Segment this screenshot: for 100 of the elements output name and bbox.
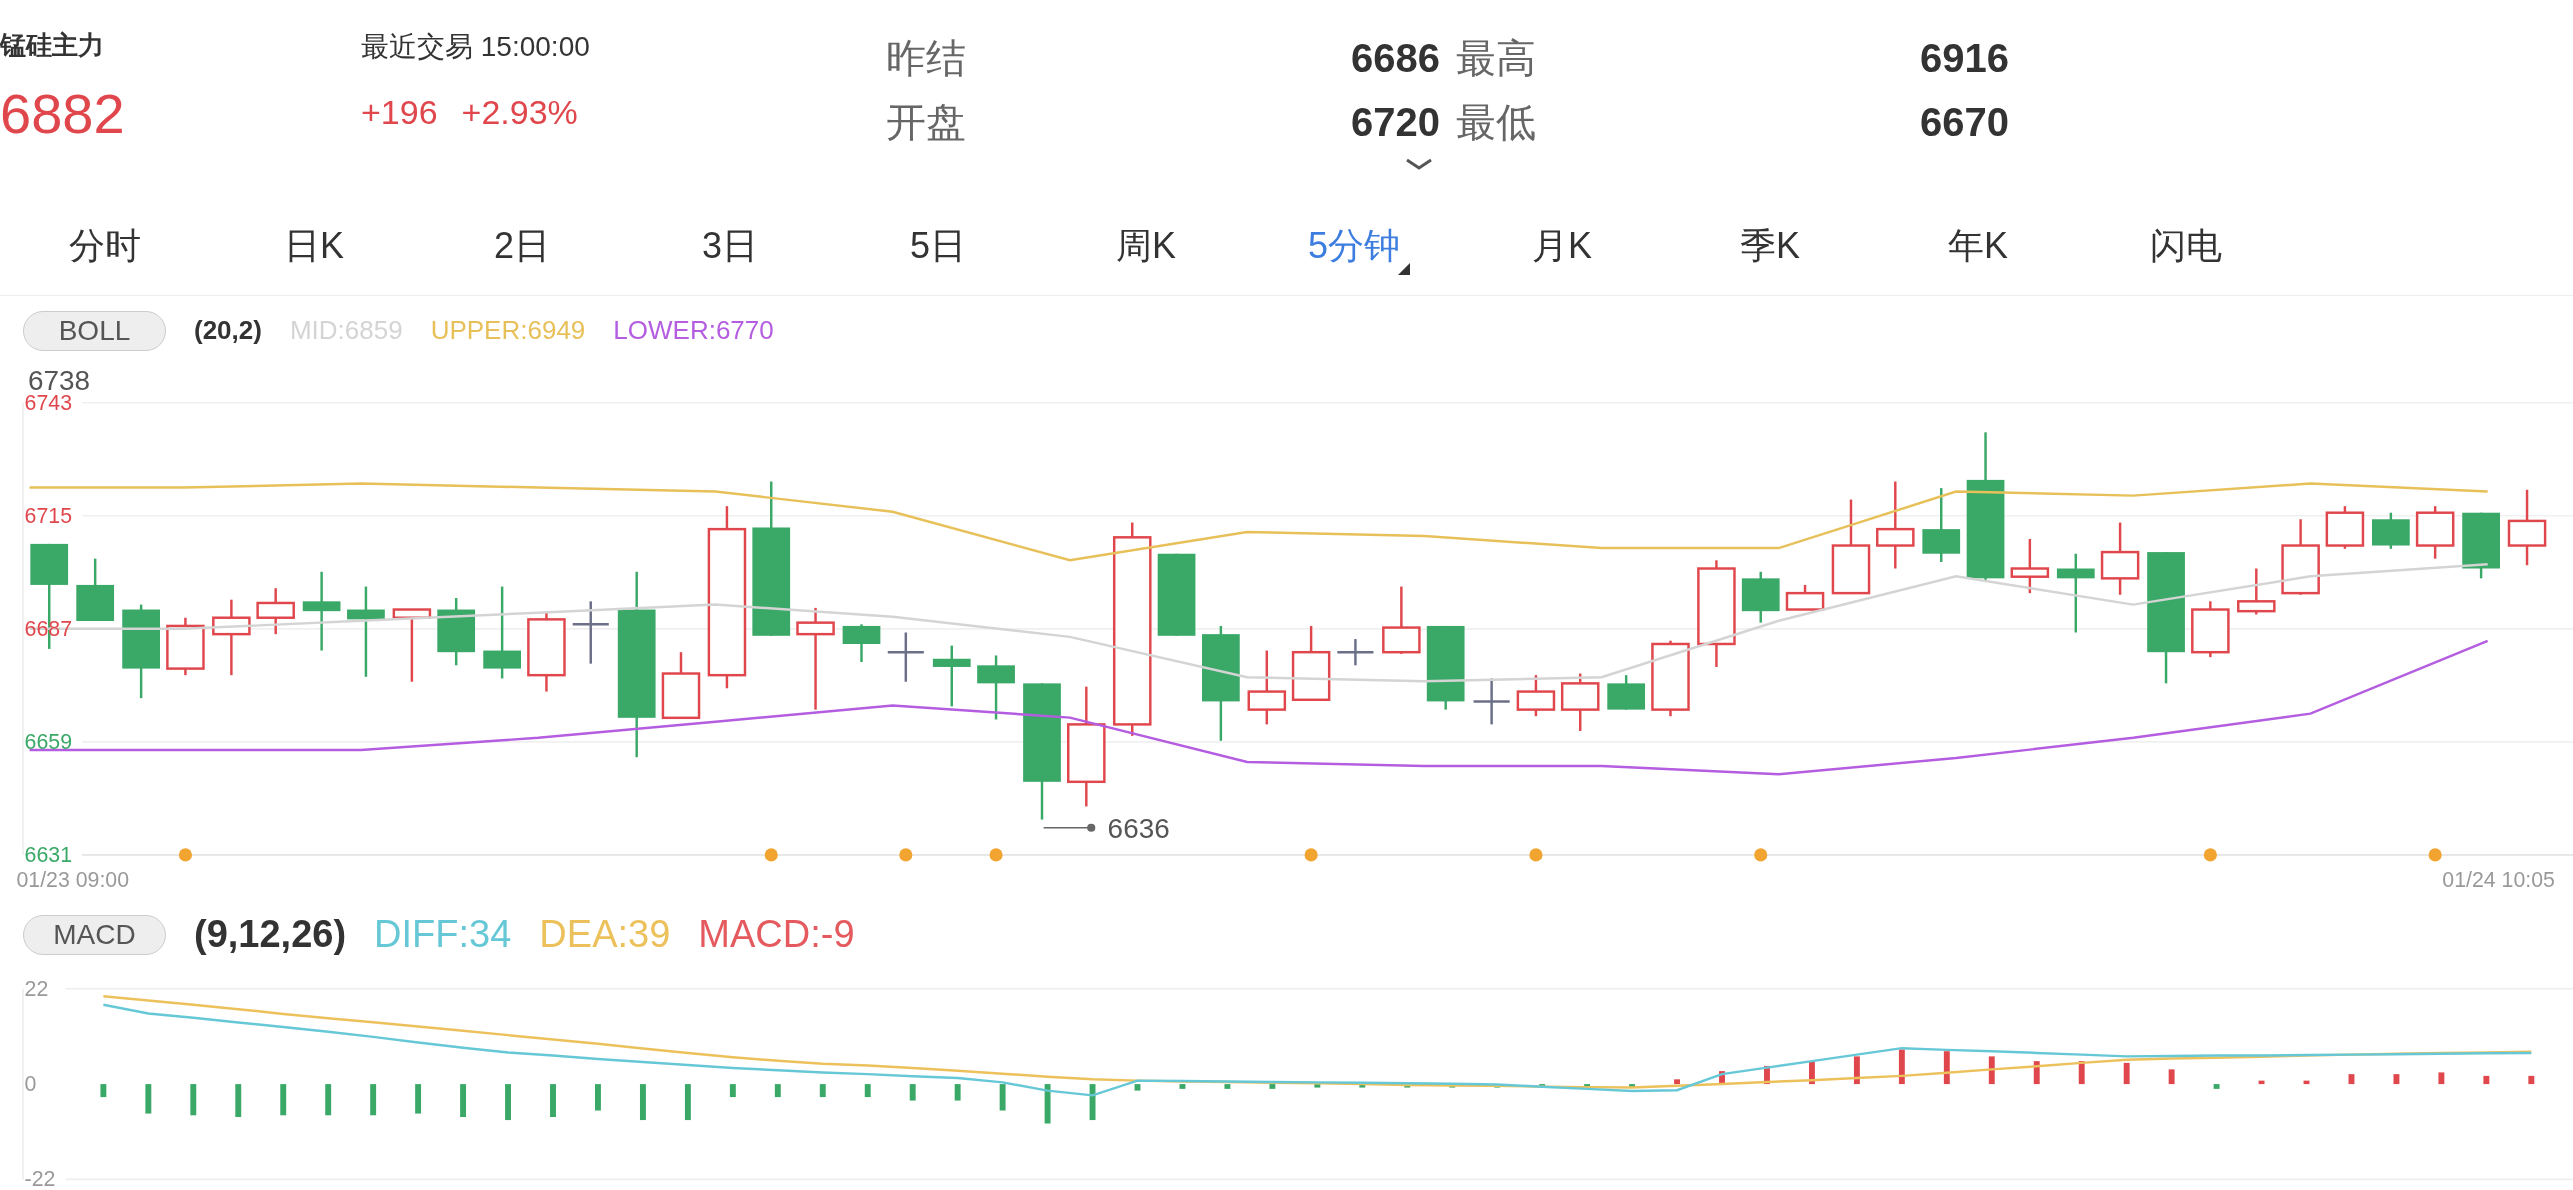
stat-value: 6720 <box>1350 99 1440 146</box>
price-change: +196 <box>361 91 438 133</box>
period-tab[interactable]: 5分钟 <box>1302 217 1406 275</box>
signal-dot <box>2428 848 2442 862</box>
candle <box>1741 571 1780 623</box>
indicator-params: (9,12,26) <box>194 913 347 956</box>
candle <box>1337 639 1374 666</box>
macd-bar <box>2078 1061 2085 1085</box>
macd-bar <box>2033 1061 2040 1085</box>
macd-bar <box>280 1084 287 1116</box>
macd-bar <box>1674 1079 1680 1085</box>
period-tab[interactable]: 分时 <box>63 217 147 275</box>
corner-triangle-icon <box>1398 262 1410 275</box>
indicator-value: DIFF:34 <box>374 913 512 956</box>
candle <box>256 588 295 635</box>
stat-label: 最高 <box>1456 35 1537 82</box>
macd-bar <box>325 1084 332 1116</box>
candle <box>2462 512 2500 579</box>
candle <box>76 558 115 621</box>
macd-bar <box>819 1084 826 1098</box>
signal-dot <box>1754 848 1768 862</box>
macd-bar <box>864 1084 871 1098</box>
macd-bar <box>460 1084 467 1118</box>
candle <box>887 632 924 682</box>
stat-label: 开盘 <box>886 99 967 146</box>
indicator-value: MACD:-9 <box>698 913 855 956</box>
candle <box>2010 538 2050 594</box>
macd-bar <box>1584 1084 1591 1088</box>
signal-dot <box>1529 848 1543 862</box>
indicator-pill[interactable]: MACD <box>23 914 166 955</box>
macd-bar <box>190 1084 197 1116</box>
candle <box>2191 601 2230 658</box>
period-tab[interactable]: 5日 <box>904 217 972 275</box>
macd-bar <box>999 1084 1006 1111</box>
macd-bar <box>1314 1084 1321 1088</box>
period-tab[interactable]: 日K <box>278 217 350 275</box>
stat-label: 昨结 <box>886 35 967 82</box>
macd-bar <box>1044 1084 1051 1124</box>
macd-bar <box>370 1084 377 1116</box>
macd-bar <box>595 1084 601 1111</box>
macd-bar <box>2528 1075 2535 1085</box>
axis-label: -22 <box>24 1167 56 1190</box>
candle <box>572 601 609 664</box>
macd-bar <box>1539 1084 1546 1088</box>
macd-bar <box>2348 1074 2355 1085</box>
macd-bar <box>2438 1072 2445 1085</box>
percent-change: +2.93% <box>461 91 578 133</box>
macd-bar <box>505 1084 511 1121</box>
macd-bar <box>1898 1049 1905 1085</box>
macd-bar <box>1179 1084 1186 1089</box>
end-time: 01/24 10:05 <box>2442 867 2555 892</box>
indicator-value: LOWER:6770 <box>613 315 774 346</box>
candle <box>1607 675 1646 710</box>
axis-label: 6687 <box>24 616 73 641</box>
macd-bar <box>1359 1084 1366 1088</box>
axis-label: 0 <box>24 1072 37 1097</box>
macd-bar <box>1943 1051 1950 1085</box>
axis-label: 6631 <box>24 842 73 867</box>
chevron-down-icon[interactable] <box>1406 158 1432 170</box>
start-time: 01/23 09:00 <box>16 867 130 892</box>
macd-bar <box>1719 1071 1725 1085</box>
macd-bar <box>954 1084 961 1101</box>
stat-value: 6670 <box>1919 99 2009 146</box>
macd-bar <box>2258 1080 2265 1085</box>
period-tab[interactable]: 月K <box>1526 217 1598 275</box>
period-tab[interactable]: 3日 <box>696 217 764 275</box>
period-tab[interactable]: 闪电 <box>2144 217 2228 275</box>
period-tab[interactable]: 周K <box>1110 217 1182 275</box>
macd-bar <box>774 1084 781 1098</box>
last-trade-time: 最近交易 15:00:00 <box>361 30 591 64</box>
macd-bar <box>729 1084 736 1098</box>
macd-bar <box>1449 1084 1456 1088</box>
macd-bar <box>1809 1061 1815 1085</box>
macd-bar <box>2168 1069 2175 1085</box>
candle <box>932 645 971 707</box>
last-price: 6882 <box>0 83 126 145</box>
candle <box>977 655 1015 720</box>
indicator-pill[interactable]: BOLL <box>23 310 166 351</box>
axis-label: 6715 <box>24 503 73 528</box>
period-tab[interactable]: 季K <box>1734 217 1806 275</box>
macd-bar <box>639 1084 646 1121</box>
indicator-params: (20,2) <box>194 315 262 346</box>
signal-dot <box>178 848 192 862</box>
stat-label: 最低 <box>1456 99 1537 146</box>
axis-label: 6659 <box>24 729 73 754</box>
macd-bar <box>684 1084 691 1121</box>
candle <box>1785 584 1825 611</box>
signal-dot <box>989 848 1003 862</box>
period-tab[interactable]: 2日 <box>488 217 556 275</box>
candle <box>2372 512 2410 549</box>
macd-bar <box>550 1084 556 1118</box>
candle <box>437 598 476 666</box>
candle <box>661 652 701 720</box>
candle <box>166 617 205 676</box>
low-pointer-icon <box>1042 823 1096 832</box>
signal-dot <box>899 848 913 862</box>
macd-bar <box>1404 1084 1411 1088</box>
period-tab[interactable]: 年K <box>1942 217 2014 275</box>
macd-bar <box>1089 1084 1096 1121</box>
macd-bar <box>100 1084 107 1098</box>
